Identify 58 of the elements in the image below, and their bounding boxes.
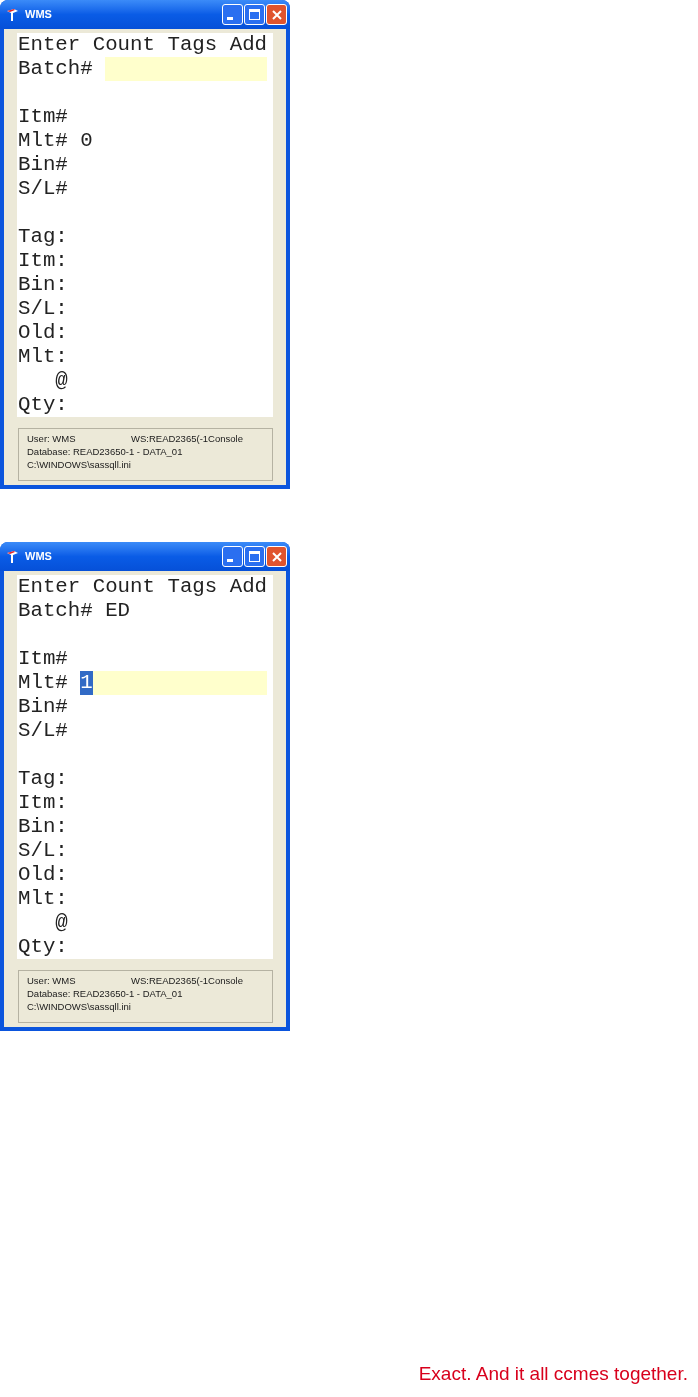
field-label: Mlt: (18, 345, 68, 369)
window-icon (7, 550, 18, 563)
workstation-text: WS:READ2365(-1Console (131, 432, 243, 445)
ini-path-text: C:\WINDOWS\sassqll.ini (27, 1000, 132, 1013)
minimize-button[interactable] (222, 4, 243, 25)
field-label: Mlt# (18, 129, 68, 153)
field-label: Qty: (18, 935, 68, 959)
field-label: Itm: (18, 249, 68, 273)
close-icon (271, 9, 282, 20)
field-label: Bin# (18, 153, 68, 177)
database-text: Database: READ23650-1 - DATA_01 (27, 987, 184, 1000)
ini-path-text: C:\WINDOWS\sassqll.ini (27, 458, 132, 471)
tagline: Exact. And it all ccmes together. (418, 1361, 688, 1386)
field-label: S/L# (18, 719, 68, 743)
user-text: User: WMS (27, 432, 77, 445)
field-label: Mlt: (18, 887, 68, 911)
field-label: Qty: (18, 393, 68, 417)
maximize-icon (249, 9, 260, 20)
minimize-icon (227, 559, 233, 562)
field-value: ED (105, 599, 131, 623)
field-label: S/L# (18, 177, 68, 201)
field-label: S/L: (18, 839, 68, 863)
workstation-text: WS:READ2365(-1Console (131, 974, 243, 987)
field-label: Bin# (18, 695, 68, 719)
input-field[interactable]: 1 (80, 671, 267, 695)
field-label: @ (55, 911, 68, 935)
screen-heading: Enter Count Tags Add (18, 33, 268, 57)
window-title: WMS (25, 7, 52, 23)
user-text: User: WMS (27, 974, 77, 987)
maximize-button[interactable] (244, 4, 265, 25)
field-value: 0 (80, 129, 93, 153)
minimize-icon (227, 17, 233, 20)
field-label: Tag: (18, 767, 68, 791)
field-label: Old: (18, 863, 68, 887)
database-text: Database: READ23650-1 - DATA_01 (27, 445, 184, 458)
selected-text: 1 (80, 671, 93, 695)
field-label: @ (55, 369, 68, 393)
field-label: Batch# (18, 599, 93, 623)
field-label: Bin: (18, 273, 68, 297)
field-label: Tag: (18, 225, 68, 249)
maximize-icon (249, 551, 260, 562)
window-icon (7, 8, 18, 21)
field-label: Itm# (18, 647, 68, 671)
minimize-button[interactable] (222, 546, 243, 567)
close-icon (271, 551, 282, 562)
field-label: Old: (18, 321, 68, 345)
maximize-button[interactable] (244, 546, 265, 567)
window-title: WMS (25, 549, 52, 565)
close-button[interactable] (266, 546, 287, 567)
field-label: Batch# (18, 57, 93, 81)
field-label: S/L: (18, 297, 68, 321)
field-label: Itm: (18, 791, 68, 815)
input-field[interactable] (105, 57, 267, 81)
field-label: Mlt# (18, 671, 68, 695)
close-button[interactable] (266, 4, 287, 25)
field-label: Bin: (18, 815, 68, 839)
field-label: Itm# (18, 105, 68, 129)
screen-heading: Enter Count Tags Add (18, 575, 268, 599)
